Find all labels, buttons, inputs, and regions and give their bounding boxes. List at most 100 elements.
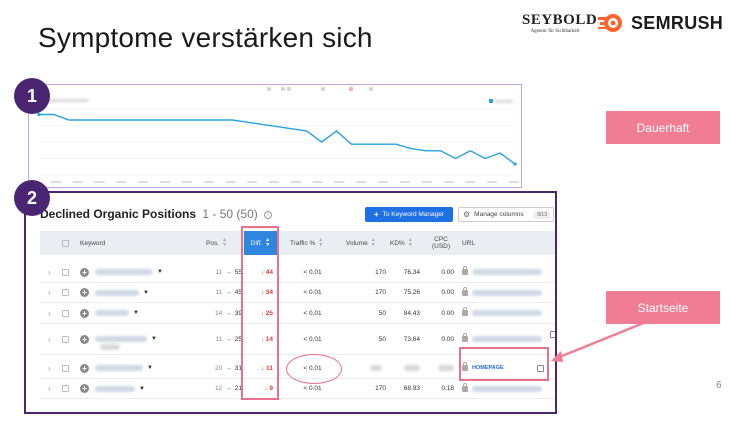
url-redacted[interactable] <box>472 336 542 342</box>
header-cpc-unit: (USD) <box>431 243 451 250</box>
header-kd-label: KD% <box>390 239 405 247</box>
expand-chevron-icon[interactable]: › <box>48 262 56 282</box>
table-row[interactable]: › + ▼ 12 → 21 ↓ 9 < 0.01 170 68.93 0.18 <box>40 379 555 399</box>
row-checkbox[interactable] <box>62 309 69 317</box>
chevron-down-icon[interactable]: ▼ <box>143 290 149 296</box>
expand-chevron-icon[interactable]: › <box>48 303 56 323</box>
x-tick-label <box>312 181 323 183</box>
keyword-redacted[interactable] <box>95 385 135 392</box>
url-cell[interactable] <box>462 379 555 398</box>
expand-chevron-icon[interactable]: › <box>48 379 56 398</box>
expand-chevron-icon[interactable]: › <box>48 358 56 378</box>
arrow-right-icon: → <box>225 289 232 296</box>
add-keyword-icon[interactable]: + <box>80 267 89 277</box>
x-tick-label <box>72 181 83 183</box>
url-cell[interactable] <box>462 262 555 282</box>
chevron-down-icon[interactable]: ▼ <box>151 336 157 342</box>
header-cpc-label: CPC <box>434 236 448 243</box>
chevron-down-icon[interactable]: ▼ <box>139 386 145 392</box>
positions-line-chart <box>37 108 519 183</box>
row-checkbox-cell[interactable] <box>62 303 72 323</box>
pos-cell: 11 → 25 <box>200 324 242 354</box>
sort-icon: ▲ ▼ <box>318 237 324 248</box>
select-all-checkbox[interactable] <box>62 239 69 247</box>
table-row[interactable]: › + ▼ 14 → 39 ↓ 25 < 0.01 50 84.43 0.00 <box>40 303 555 324</box>
external-link-icon[interactable] <box>550 331 555 338</box>
row-checkbox[interactable] <box>62 385 69 392</box>
x-tick-label <box>487 181 497 183</box>
keyword-cell[interactable]: + ▼ <box>80 379 200 398</box>
header-keyword-label: Keyword <box>80 239 106 247</box>
keyword-cell[interactable]: + ▼ <box>80 358 200 378</box>
header-volume-label: Volume <box>346 239 368 247</box>
add-keyword-icon[interactable]: + <box>80 384 89 393</box>
keyword-cell[interactable]: + ▼ <box>80 262 200 282</box>
add-keyword-icon[interactable]: + <box>80 308 89 318</box>
manage-columns-label: Manage columns <box>474 211 524 218</box>
table-range: 1 - 50 (50) <box>202 207 258 221</box>
keyword-redacted[interactable] <box>95 336 147 342</box>
url-cell[interactable] <box>462 283 555 302</box>
url-redacted[interactable] <box>472 310 542 316</box>
manage-columns-button[interactable]: ⚙ Manage columns 9/13 <box>458 207 554 222</box>
chart-point[interactable] <box>37 112 41 117</box>
traffic-cell: < 0.01 <box>303 335 322 343</box>
header-kd[interactable]: KD% ▲ ▼ <box>390 231 420 255</box>
row-checkbox-cell[interactable] <box>62 379 72 398</box>
url-redacted[interactable] <box>472 289 542 296</box>
keyword-redacted[interactable] <box>95 365 143 371</box>
header-volume[interactable]: Volume ▲ ▼ <box>346 231 386 255</box>
kd-redacted <box>404 358 420 378</box>
url-cell[interactable] <box>462 303 555 323</box>
chevron-down-icon[interactable]: ▼ <box>157 269 163 275</box>
header-url[interactable]: URL <box>462 231 492 255</box>
row-checkbox-cell[interactable] <box>62 283 72 302</box>
info-icon[interactable]: i <box>264 210 273 219</box>
keyword-cell[interactable]: + ▼ <box>80 303 200 323</box>
step-badge-2: 2 <box>14 180 50 216</box>
table-row[interactable]: › + ▼ 11 → 55 ↓ 44 < 0.01 170 76.34 0.00 <box>40 262 555 283</box>
select-all-checkbox-cell[interactable] <box>62 231 72 255</box>
row-checkbox[interactable] <box>62 289 69 296</box>
pos-from: 11 <box>215 268 223 276</box>
keyword-cell[interactable]: + ▼ <box>80 283 200 302</box>
add-keyword-icon[interactable]: + <box>80 363 89 373</box>
keyword-cell[interactable]: + ▼ <box>80 324 200 354</box>
table-row[interactable]: › + ▼ 11 → 45 ↓ 34 < 0.01 170 75.26 0.00 <box>40 283 555 303</box>
header-pos[interactable]: Pos. ▲ ▼ <box>206 231 242 255</box>
chart-point[interactable] <box>513 162 517 166</box>
semrush-logo: SEMRUSH <box>598 12 723 34</box>
row-checkbox[interactable] <box>62 268 69 276</box>
arrow-right-icon: → <box>225 268 232 276</box>
row-checkbox[interactable] <box>62 364 69 372</box>
row-checkbox-cell[interactable] <box>62 324 72 354</box>
header-keyword[interactable]: Keyword <box>80 231 140 255</box>
traffic-cell: < 0.01 <box>303 309 322 317</box>
chart-series-line <box>39 113 516 165</box>
url-redacted[interactable] <box>472 269 542 275</box>
url-redacted[interactable] <box>472 385 542 392</box>
header-traffic[interactable]: Traffic % ▲ ▼ <box>290 231 335 255</box>
chevron-down-icon[interactable]: ▼ <box>147 365 153 371</box>
arrow-right-icon: → <box>225 364 232 372</box>
add-keyword-icon[interactable]: + <box>80 288 89 297</box>
x-tick-label <box>356 181 367 183</box>
keyword-redacted[interactable] <box>95 289 139 296</box>
to-keyword-manager-button[interactable]: + To Keyword Manager <box>365 207 453 222</box>
pos-from: 11 <box>215 335 223 343</box>
header-pos-label: Pos. <box>206 239 220 247</box>
x-tick-label <box>225 181 236 183</box>
lock-icon <box>462 333 468 342</box>
add-keyword-icon[interactable]: + <box>80 334 89 344</box>
x-tick-label <box>269 181 279 183</box>
row-checkbox-cell[interactable] <box>62 262 72 282</box>
lock-icon <box>462 286 468 296</box>
chevron-down-icon[interactable]: ▼ <box>133 310 139 316</box>
keyword-redacted[interactable] <box>95 310 129 316</box>
expand-chevron-icon[interactable]: › <box>48 324 56 354</box>
row-checkbox-cell[interactable] <box>62 358 72 378</box>
expand-chevron-icon[interactable]: › <box>48 283 56 302</box>
keyword-redacted[interactable] <box>95 269 153 275</box>
header-cpc[interactable]: CPC (USD) <box>428 231 454 255</box>
row-checkbox[interactable] <box>62 335 69 343</box>
